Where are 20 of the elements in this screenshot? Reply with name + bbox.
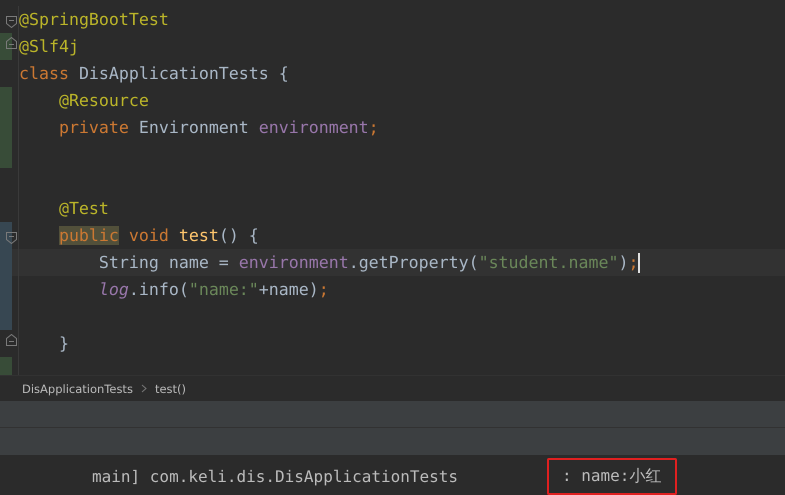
code-line: public void test() { — [58, 224, 259, 246]
code-line: @Resource — [58, 90, 149, 112]
log-message: : name:小红 — [547, 458, 678, 494]
fold-marker-icon[interactable] — [6, 37, 17, 49]
fold-marker-icon[interactable] — [6, 334, 17, 346]
fold-marker-icon[interactable] — [6, 16, 17, 28]
code-line: log.info("name:"+name); — [98, 278, 329, 300]
log-text: main] com.keli.dis.DisApplicationTests — [92, 466, 460, 486]
text-cursor — [638, 252, 640, 272]
code-line: class DisApplicationTests { — [19, 62, 289, 84]
code-line: String name = environment.getProperty("student.name"); — [98, 252, 638, 274]
chevron-right-icon — [140, 384, 147, 393]
code-line: private Environment environment; — [58, 116, 379, 138]
code-line: @Test — [58, 198, 109, 220]
breadcrumb-item[interactable]: DisApplicationTests — [22, 382, 133, 396]
breadcrumb-item[interactable]: test() — [154, 382, 186, 396]
code-line: @Slf4j — [19, 36, 79, 58]
fold-marker-icon[interactable] — [6, 232, 17, 244]
code-line: @SpringBootTest — [19, 8, 169, 30]
code-line: } — [58, 332, 69, 354]
